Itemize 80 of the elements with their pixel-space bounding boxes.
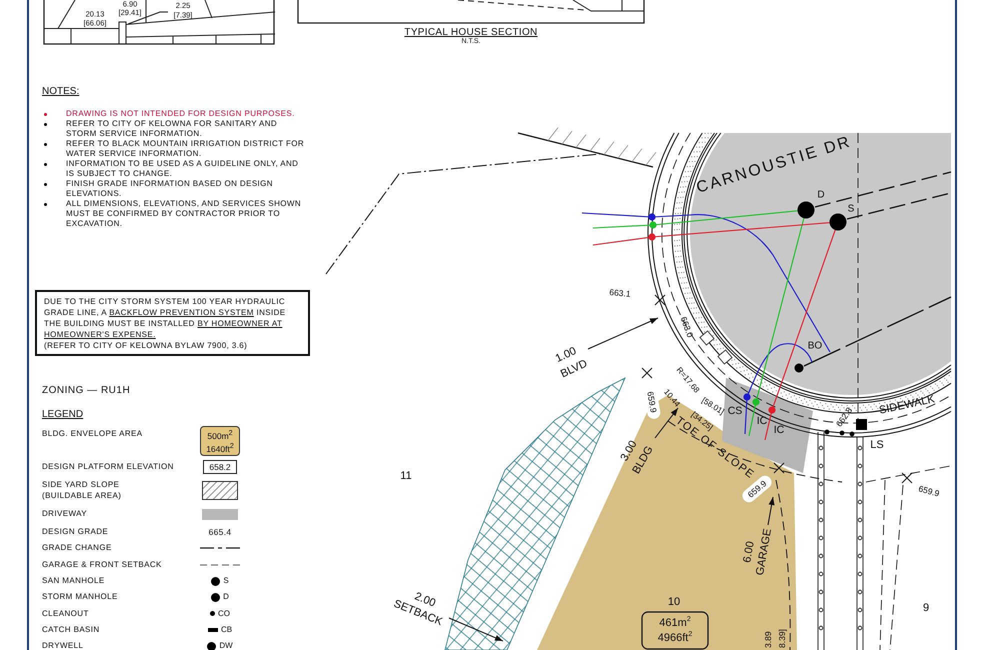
note-text: REFER TO CITY OF KELOWNA FOR SANITARY AND STORM SERVICE INFORMATION.: [66, 119, 278, 139]
dot-icon: [850, 432, 854, 436]
legend-label: SIDE YARD SLOPE (BUILDABLE AREA): [42, 480, 122, 501]
dimension-value: 1.00: [554, 345, 578, 365]
legend-label: DRIVEWAY: [42, 509, 88, 519]
elevation-label: 659.9: [645, 390, 659, 414]
dimension-arrow: [588, 318, 658, 350]
legend-label: GARAGE & FRONT SETBACK: [42, 560, 163, 570]
lot-area-text: 461m$^{2}$: [659, 616, 691, 629]
symbol-code: D: [223, 592, 229, 602]
legend-label: DESIGN GRADE: [42, 527, 110, 538]
cross-mark-icon: [654, 294, 666, 306]
frontage-label: 8.39]: [777, 629, 787, 648]
large-dot-icon: [211, 576, 220, 586]
cross-mark-icon: [774, 462, 784, 474]
dimension-arrow: [768, 496, 775, 526]
drawing-title: TYPICAL HOUSE SECTION: [404, 27, 538, 38]
legend-label: DRYWELL: [42, 641, 84, 650]
legend-label: BLDG. ENVELOPE AREA: [42, 428, 144, 439]
manhole-label: D: [817, 190, 825, 200]
note-text: REFER TO BLACK MOUNTAIN IRRIGATION DISTRICT FOR WATER SERVICE INFORMATION.: [66, 139, 304, 159]
manhole-icon: [830, 214, 846, 230]
note-text: ALL DIMENSIONS, ELEVATIONS, AND SERVICES SHOWN MUST BE CONFIRMED BY CONTRACTOR PRIOR TO EXCAVATION.: [66, 199, 302, 229]
callout-text: DUE TO THE CITY STORM SYSTEM 100 YEAR HYDRAULIC GRADE LINE, A BACKFLOW PREVENTION SYSTEM INSIDE THE BUILDING MUST BE INSTALLED BY HOMEOWNER AT HOMEOWNER'S EXPENSE.: [44, 296, 287, 340]
utility-box-icon: [717, 349, 733, 365]
elevation-label: 663.1: [608, 287, 632, 299]
manhole-label: S: [848, 204, 854, 214]
large-dot-icon: [207, 642, 216, 650]
grade-value: 665.4: [208, 526, 232, 538]
utility-box-icon: [699, 330, 715, 346]
symbol-code: CB: [220, 624, 232, 635]
legend-heading: LEGEND: [42, 409, 84, 421]
lot-area-text: 4966ft$^{2}$: [658, 631, 692, 644]
elevation-label: 663.0: [678, 315, 696, 339]
manhole-icon: [798, 202, 814, 218]
legend-label: DESIGN PLATFORM ELEVATION: [42, 462, 175, 472]
station-label: LS: [870, 439, 884, 451]
cleanout-label: BO: [808, 340, 822, 352]
lot-number: 9: [922, 602, 930, 614]
note-text: DRAWING IS NOT INTENDED FOR DESIGN PURPOSES.: [66, 109, 295, 119]
area-value: 500m$^{2}$: [207, 428, 233, 441]
cross-mark-icon: [642, 368, 652, 378]
dimension-value: 6.00: [741, 540, 757, 564]
service-label: IC: [774, 424, 784, 436]
symbol-code: S: [223, 576, 229, 586]
symbol-code: CO: [218, 608, 230, 619]
bar-icon: [208, 628, 218, 632]
legend-label: STORM MANHOLE: [42, 592, 119, 602]
square-marker-icon: [856, 419, 867, 430]
legend-label: GRADE CHANGE: [42, 543, 113, 554]
legend-label: SAN MANHOLE: [42, 576, 106, 586]
service-label: CS: [728, 405, 742, 417]
area-value: 1640ft$^{2}$: [206, 441, 234, 454]
dimension-arrow: [654, 408, 678, 438]
dot-icon: [824, 430, 830, 434]
note-text: INFORMATION TO BE USED AS A GUIDELINE ONLY, AND IS SUBJECT TO CHANGE.: [66, 159, 298, 179]
legend-label: CLEANOUT: [42, 608, 90, 619]
lot-number: 10: [668, 596, 680, 608]
elevation-label: 659.9: [917, 483, 941, 499]
driveway-swatch-icon: [202, 508, 238, 520]
legend-label: CATCH BASIN: [42, 624, 101, 635]
callout-reference: (REFER TO CITY OF KELOWNA BYLAW 7900, 3.6): [44, 340, 248, 351]
note-text: FINISH GRADE INFORMATION BASED ON DESIGN ELEVATIONS.: [66, 179, 273, 199]
large-dot-icon: [211, 592, 220, 602]
symbol-code: DW: [219, 641, 233, 650]
setback-line-icon: [200, 564, 240, 566]
notes-heading: NOTES:: [42, 86, 80, 98]
zoning-label: ZONING — RU1H: [42, 385, 130, 397]
lot-number: 11: [400, 470, 412, 482]
dot-icon: [840, 430, 844, 436]
cleanout-icon: [794, 364, 804, 372]
dimension-arrow: [448, 618, 504, 642]
grade-change-line-icon: [200, 547, 240, 550]
frontage-label: 3.89: [763, 631, 773, 648]
small-dot-icon: [210, 611, 215, 616]
area-tag: [641, 611, 709, 650]
hatch-swatch-icon: [202, 481, 238, 500]
cross-mark-icon: [902, 472, 912, 484]
elevation-tag: 658.2: [203, 460, 237, 474]
dimension-label: GARAGE: [754, 528, 774, 576]
